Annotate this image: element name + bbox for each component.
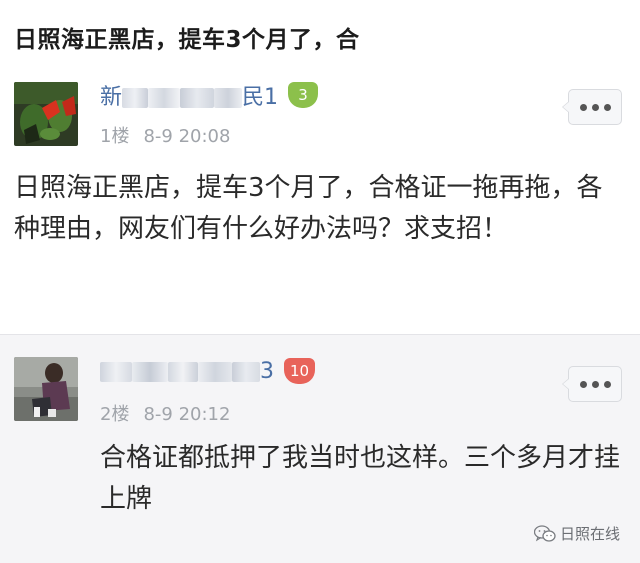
more-options-button[interactable] [562,89,622,125]
avatar-image [14,82,78,146]
more-dots-icon [579,103,587,111]
avatar[interactable] [14,82,78,146]
watermark: 日照在线 [533,523,620,544]
username-row: 新民1 3 [100,79,319,111]
username-row: 3 10 [100,356,316,386]
post-time: 8-9 20:12 [143,404,231,425]
post-meta: 1楼 8-9 20:08 [100,122,244,148]
level-badge: 3 [288,82,319,108]
floor-number: 1楼 [100,126,130,147]
more-dot [591,380,599,388]
thread-title: 日照海正黑店，提车3个月了，合 [14,27,360,53]
post-1: 新民1 3 1楼 8-9 20:08 日照海正黑店，提车3个月了，合格证一拖再拖，… [0,66,640,334]
more-dot [603,103,611,111]
more-dot [603,380,611,388]
level-badge: 10 [284,358,316,384]
more-dots-icon [579,380,587,388]
floor-number: 2楼 [100,404,130,425]
avatar[interactable] [14,357,78,421]
username[interactable]: 新民1 [100,79,278,111]
post-body: 合格证都抵押了我当时也这样。三个多月才挂上牌 [100,443,621,514]
username[interactable]: 3 [100,359,274,384]
watermark-label: 日照在线 [559,525,620,543]
more-dot [591,103,599,111]
post-meta: 2楼 8-9 20:12 [100,400,244,426]
avatar-image [14,357,78,421]
more-options-button[interactable] [562,366,622,402]
wechat-icon [533,524,556,542]
post-time: 8-9 20:08 [143,126,231,147]
post-body: 日照海正黑店，提车3个月了，合格证一拖再拖，各种理由，网友们有什么好办法吗？求支… [14,173,603,244]
